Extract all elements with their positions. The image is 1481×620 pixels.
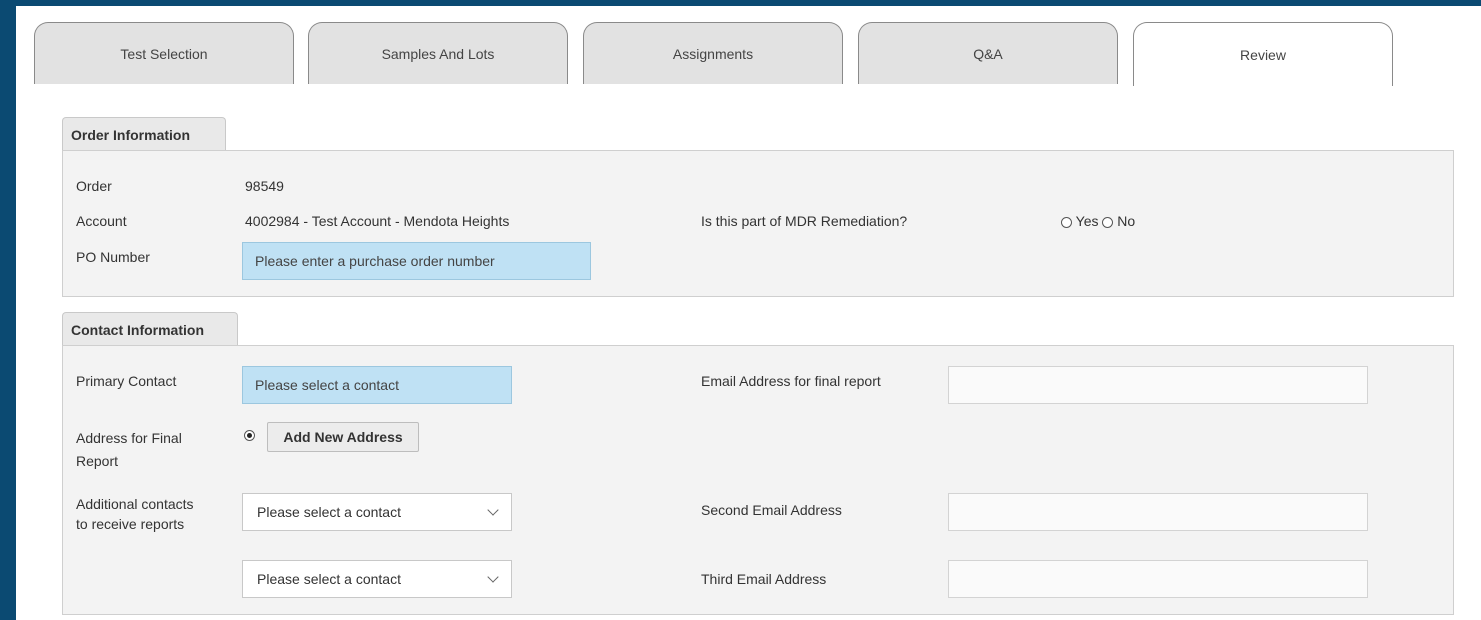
tab-samples-and-lots[interactable]: Samples And Lots: [308, 22, 568, 84]
po-number-label: PO Number: [76, 249, 150, 265]
mdr-radio-group: Yes No: [1061, 211, 1135, 231]
additional-contact-value-2: Please select a contact: [257, 571, 401, 587]
mdr-yes-label: Yes: [1075, 213, 1099, 229]
order-value: 98549: [245, 178, 284, 194]
tab-label: Assignments: [672, 45, 754, 62]
mdr-yes-radio[interactable]: [1061, 216, 1072, 228]
second-email-label: Second Email Address: [701, 502, 842, 518]
contact-information-panel: Primary Contact Please select a contact …: [62, 345, 1454, 615]
main-frame: Test Selection Samples And Lots Assignme…: [16, 6, 1481, 620]
primary-contact-select[interactable]: Please select a contact: [242, 366, 512, 404]
tab-bar: Test Selection Samples And Lots Assignme…: [16, 6, 1481, 86]
section-title: Contact Information: [71, 322, 204, 338]
po-number-placeholder: Please enter a purchase order number: [255, 253, 495, 269]
address-final-report-label: Address for Final Report: [76, 428, 216, 471]
tab-label: Test Selection: [120, 45, 208, 62]
mdr-no-label: No: [1117, 213, 1136, 229]
address-label-line1: Address for Final: [76, 430, 182, 446]
additional-label-line1: Additional contacts: [76, 496, 194, 512]
section-title: Order Information: [71, 127, 191, 143]
order-information-header: Order Information: [62, 117, 226, 151]
tab-test-selection[interactable]: Test Selection: [34, 22, 294, 84]
tab-assignments[interactable]: Assignments: [583, 22, 843, 84]
third-email-input[interactable]: [948, 560, 1368, 598]
second-email-input[interactable]: [948, 493, 1368, 531]
tab-label: Review: [1240, 46, 1286, 63]
account-label: Account: [76, 213, 127, 229]
account-value: 4002984 - Test Account - Mendota Heights: [245, 213, 510, 229]
add-new-address-label: Add New Address: [283, 429, 403, 445]
tab-label: Samples And Lots: [381, 45, 495, 62]
additional-contact-select-1[interactable]: Please select a contact: [242, 493, 512, 531]
add-new-address-button[interactable]: Add New Address: [267, 422, 419, 452]
tab-label: Q&A: [973, 45, 1003, 62]
additional-label-line2: to receive reports: [76, 516, 185, 532]
email-final-report-input[interactable]: [948, 366, 1368, 404]
tab-qa[interactable]: Q&A: [858, 22, 1118, 84]
contact-information-header: Contact Information: [62, 312, 238, 346]
additional-contacts-label: Additional contacts to receive reports: [76, 494, 236, 534]
tab-review[interactable]: Review: [1133, 22, 1393, 86]
third-email-label: Third Email Address: [701, 571, 827, 587]
mdr-question-label: Is this part of MDR Remediation?: [701, 213, 908, 229]
primary-contact-label: Primary Contact: [76, 373, 177, 389]
email-final-report-label: Email Address for final report: [701, 373, 881, 389]
additional-contact-value-1: Please select a contact: [257, 504, 401, 520]
chevron-down-icon: [487, 504, 499, 516]
address-label-line2: Report: [76, 453, 119, 469]
mdr-no-radio[interactable]: [1102, 216, 1114, 228]
address-radio[interactable]: [244, 430, 255, 441]
order-information-panel: Order 98549 Account 4002984 - Test Accou…: [62, 150, 1454, 297]
order-label: Order: [76, 178, 112, 194]
additional-contact-select-2[interactable]: Please select a contact: [242, 560, 512, 598]
chevron-down-icon: [487, 571, 499, 583]
po-number-input[interactable]: Please enter a purchase order number: [242, 242, 591, 280]
primary-contact-value: Please select a contact: [255, 377, 399, 393]
